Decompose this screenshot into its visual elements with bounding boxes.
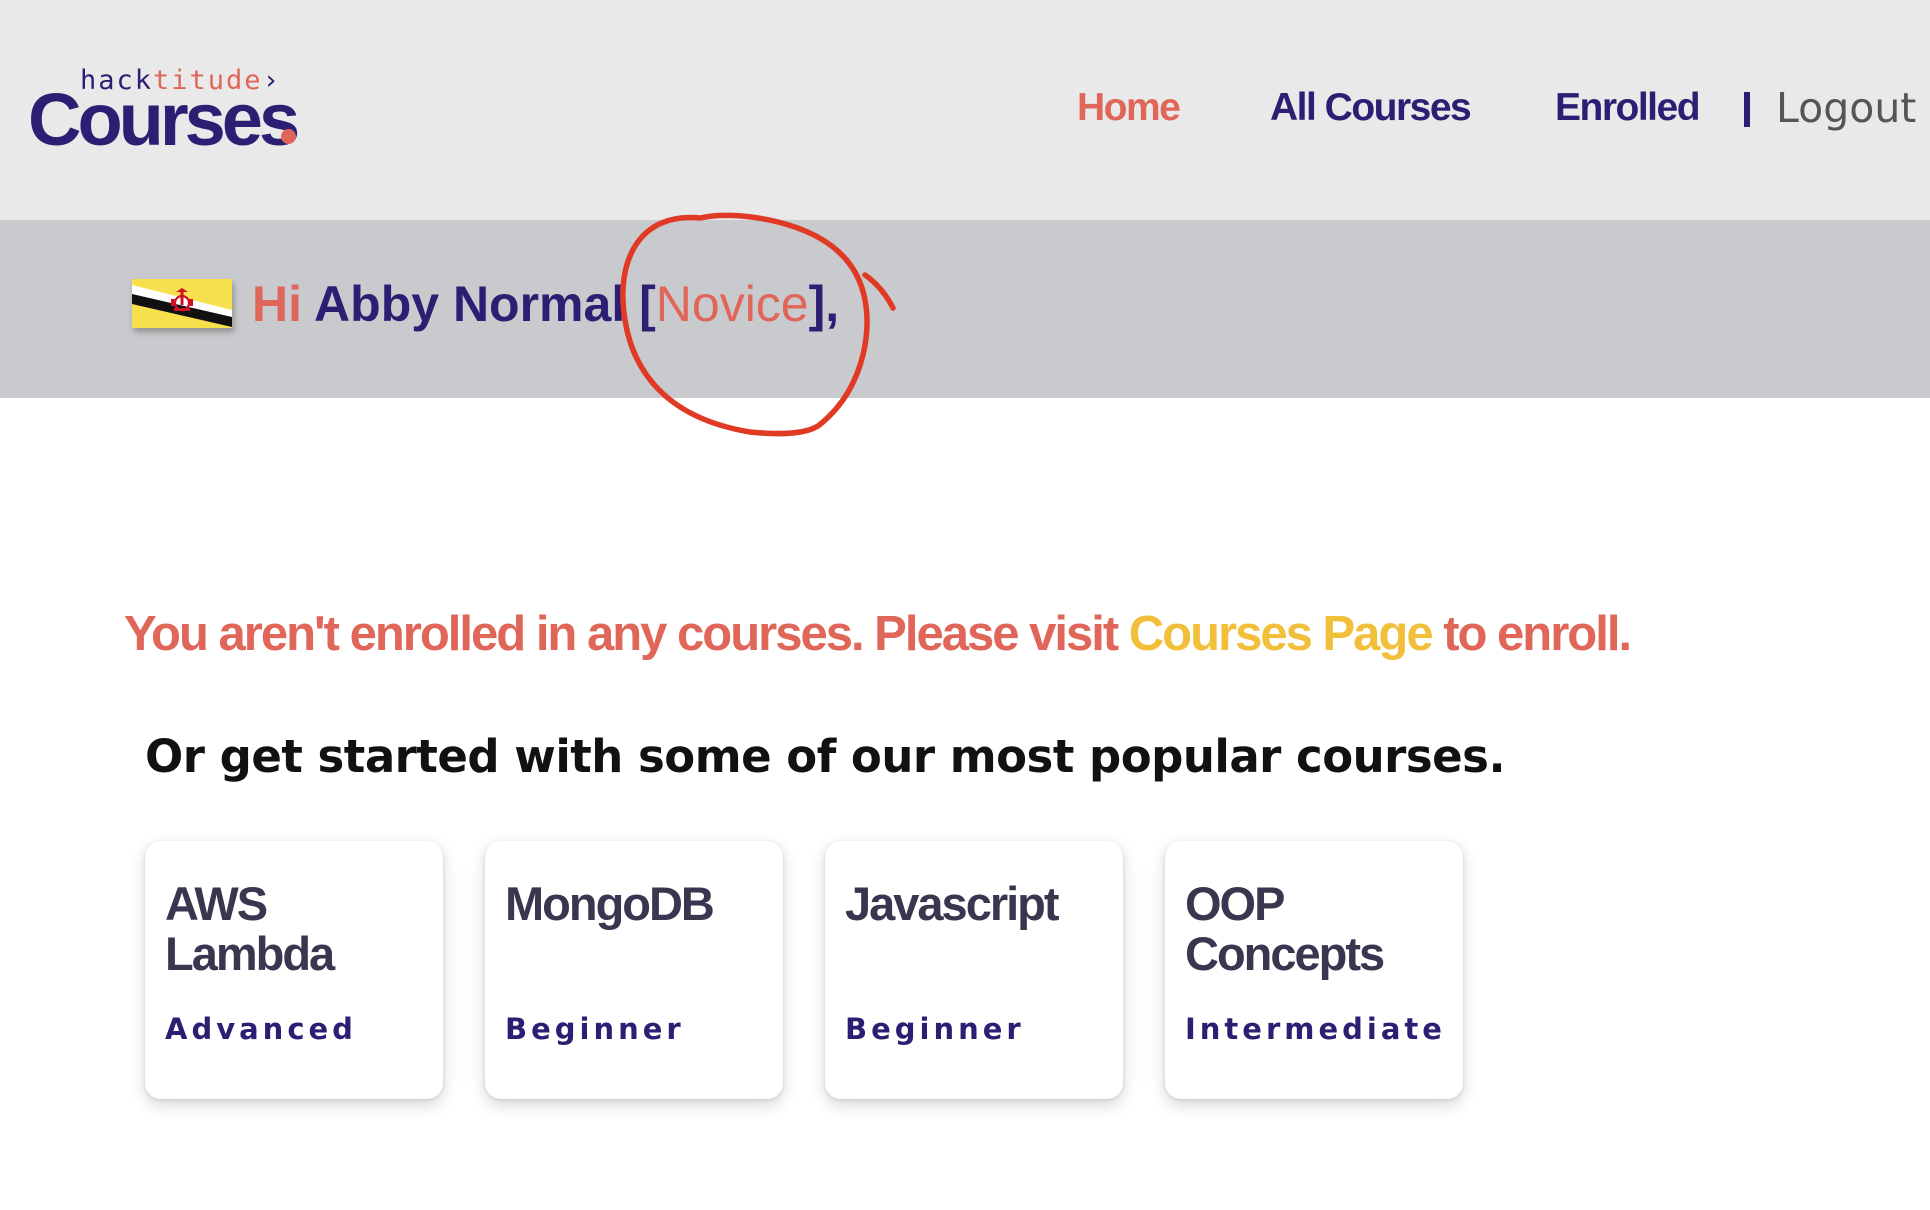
notice-text-after: to enroll. (1431, 607, 1632, 661)
course-title: AWS Lambda (165, 877, 335, 980)
course-level: Advanced (165, 1012, 357, 1046)
course-title: OOP Concepts (1185, 877, 1385, 980)
course-level: Intermediate (1185, 1012, 1446, 1046)
courses-page-link[interactable]: Courses Page (1129, 607, 1434, 661)
course-card-javascript[interactable]: Javascript Beginner (825, 841, 1123, 1099)
course-level: Beginner (845, 1012, 1025, 1046)
course-title: Javascript (845, 877, 1060, 930)
course-title: MongoDB (505, 877, 715, 930)
nav-home-link[interactable]: Home (1077, 84, 1181, 132)
user-level-badge: Novice (655, 276, 809, 332)
brunei-flag-icon (132, 279, 232, 328)
logo-dot (281, 129, 296, 144)
popular-courses-heading: Or get started with some of our most pop… (145, 730, 1506, 783)
user-name: Abby Normal (314, 276, 626, 332)
course-card-aws-lambda[interactable]: AWS Lambda Advanced (145, 841, 443, 1099)
user-greeting: Hi Abby Normal [Novice], (252, 274, 839, 334)
hacktitude-courses-logo[interactable]: hacktitude› Courses (28, 66, 308, 160)
greeting-hi: Hi (252, 276, 302, 332)
course-level: Beginner (505, 1012, 685, 1046)
nav-enrolled-link[interactable]: Enrolled (1555, 84, 1701, 132)
notice-text-before: You aren't enrolled in any courses. Plea… (124, 607, 1129, 661)
nav-all-courses-link[interactable]: All Courses (1270, 84, 1472, 132)
greeting-banner: Hi Abby Normal [Novice], (0, 220, 1930, 398)
course-card-mongodb[interactable]: MongoDB Beginner (485, 841, 783, 1099)
level-bracket-close: ], (808, 276, 840, 332)
logo-wordmark: Courses (28, 78, 300, 161)
logout-link[interactable]: Logout (1776, 84, 1916, 132)
no-enrollment-notice: You aren't enrolled in any courses. Plea… (124, 604, 1632, 664)
level-bracket-open: [ (639, 276, 656, 332)
course-card-oop-concepts[interactable]: OOP Concepts Intermediate (1165, 841, 1463, 1099)
nav-separator (1744, 92, 1750, 127)
top-navbar: hacktitude› Courses Home All Courses Enr… (0, 0, 1930, 220)
